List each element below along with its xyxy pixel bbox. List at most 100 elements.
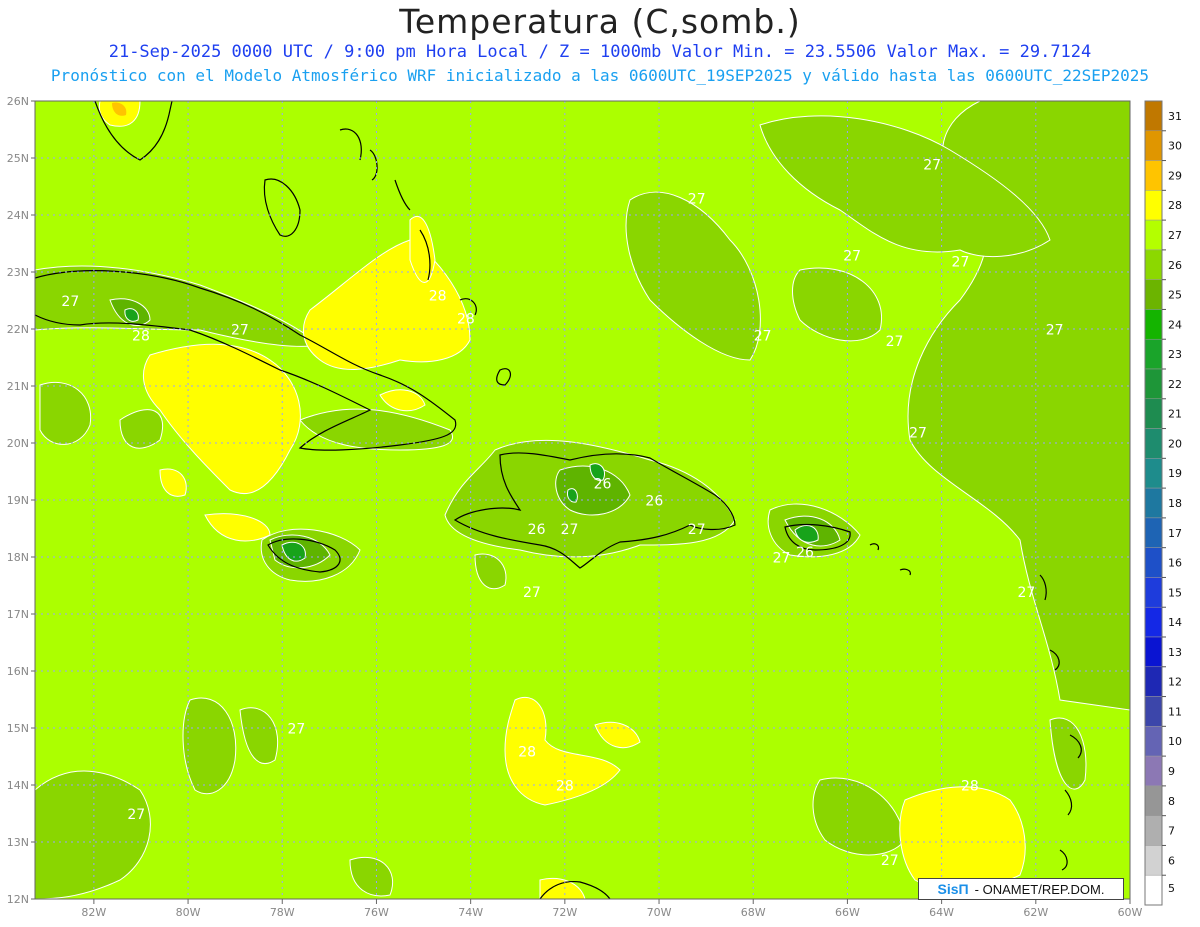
contour-label: 26 (594, 477, 612, 493)
colorbar-swatch (1144, 130, 1163, 161)
lon-tick-label: 78W (270, 906, 295, 919)
lat-tick-label: 13N (7, 836, 29, 849)
colorbar-label: 5 (1168, 882, 1175, 895)
colorbar-label: 25 (1168, 289, 1182, 302)
contour-label: 27 (287, 722, 305, 738)
contour-label: 27 (561, 522, 579, 538)
contour-label: 28 (556, 779, 574, 795)
colorbar-swatch (1144, 249, 1163, 280)
contour-label: 27 (923, 157, 941, 173)
contour-label: 27 (909, 425, 927, 441)
colorbar-swatch (1144, 874, 1163, 906)
southeast-warm-zone (899, 786, 1026, 890)
contour-label: 27 (1017, 585, 1035, 601)
colorbar-swatch (1144, 279, 1163, 310)
lat-tick-label: 26N (7, 95, 29, 108)
colorbar-swatch (1144, 755, 1163, 787)
colorbar-swatch (1144, 517, 1163, 548)
colorbar-swatch (1144, 309, 1163, 340)
colorbar-label: 13 (1168, 646, 1182, 659)
colorbar-swatch (1144, 726, 1163, 757)
colorbar-swatch (1144, 190, 1163, 221)
colorbar-label: 26 (1168, 259, 1182, 272)
colorbar-label: 8 (1168, 795, 1175, 808)
colorbar-swatch (1144, 368, 1163, 400)
lon-tick-label: 80W (176, 906, 201, 919)
contour-label: 28 (429, 289, 447, 305)
contour-label: 28 (518, 745, 536, 761)
contour-label: 27 (523, 585, 541, 601)
colorbar-swatch (1144, 428, 1163, 459)
lon-tick-label: 74W (458, 906, 483, 919)
lon-tick-label: 76W (364, 906, 389, 919)
credit-box: SisΠ - ONAMET/REP.DOM. (918, 878, 1124, 900)
contour-label: 27 (773, 551, 791, 567)
colorbar-swatch (1144, 666, 1163, 697)
colorbar-swatch (1144, 636, 1163, 668)
credit-org: - ONAMET/REP.DOM. (974, 881, 1105, 897)
colorbar-label: 14 (1168, 616, 1182, 629)
lat-tick-label: 24N (7, 209, 29, 222)
contour-label: 28 (961, 779, 979, 795)
contour-label: 27 (843, 249, 861, 265)
colorbar-swatch (1144, 845, 1163, 876)
lat-tick-label: 21N (7, 380, 29, 393)
colorbar-swatch (1144, 219, 1163, 251)
colorbar-swatch (1144, 160, 1163, 191)
temperature-map: 27 27 28 28 28 27 27 27 27 27 27 27 27 26 26 26 27 27 27 27… (7, 95, 1182, 919)
colorbar-label: 9 (1168, 765, 1175, 778)
colorbar-label: 6 (1168, 854, 1175, 867)
colorbar-swatch (1144, 398, 1163, 429)
lat-tick-label: 12N (7, 893, 29, 906)
contour-label: 27 (886, 334, 904, 350)
colorbar-swatch (1144, 100, 1163, 132)
lon-tick-label: 66W (835, 906, 860, 919)
contour-label: 27 (754, 328, 772, 344)
lon-tick-label: 82W (81, 906, 106, 919)
colorbar-swatch (1144, 577, 1163, 608)
colorbar-swatch (1144, 547, 1163, 578)
colorbar-swatch (1144, 487, 1163, 519)
contour-label: 27 (1046, 323, 1064, 339)
contour-label: 28 (132, 328, 150, 344)
contour-label: 27 (952, 254, 970, 270)
colorbar-label: 18 (1168, 497, 1182, 510)
lon-tick-label: 72W (552, 906, 577, 919)
colorbar-label: 7 (1168, 825, 1175, 838)
colorbar-swatch (1144, 696, 1163, 727)
contour-label: 28 (457, 311, 475, 327)
colorbar-label: 24 (1168, 318, 1182, 331)
lon-tick-label: 70W (647, 906, 672, 919)
contour-label: 26 (528, 522, 546, 538)
colorbar: 31 30 29 28 27 26 25 24 23 22 21 20 19 18 17 16 15 14 13 12… (1144, 100, 1182, 906)
contour-label: 27 (688, 522, 706, 538)
lon-tick-label: 60W (1118, 906, 1143, 919)
lat-tick-label: 19N (7, 494, 29, 507)
lon-tick-label: 68W (741, 906, 766, 919)
colorbar-label: 22 (1168, 378, 1182, 391)
contour-label: 27 (61, 294, 79, 310)
lat-tick-label: 23N (7, 266, 29, 279)
colorbar-label: 27 (1168, 229, 1182, 242)
contour-label: 27 (688, 192, 706, 208)
contour-label: 27 (881, 853, 899, 869)
contour-label: 27 (127, 807, 145, 823)
contour-label: 26 (796, 545, 814, 561)
colorbar-label: 10 (1168, 735, 1182, 748)
colorbar-swatch (1144, 338, 1163, 370)
colorbar-label: 19 (1168, 467, 1182, 480)
lat-tick-label: 14N (7, 779, 29, 792)
colorbar-label: 16 (1168, 557, 1182, 570)
colorbar-label: 15 (1168, 586, 1182, 599)
map-plot-area: 27 27 28 28 28 27 27 27 27 27 27 27 27 26 26 26 27 27 27 27… (35, 101, 1130, 899)
colorbar-swatch (1144, 458, 1163, 489)
colorbar-swatch (1144, 815, 1163, 846)
lat-tick-label: 22N (7, 323, 29, 336)
lat-tick-label: 20N (7, 437, 29, 450)
colorbar-label: 29 (1168, 169, 1182, 182)
contour-label: 27 (231, 323, 249, 339)
colorbar-swatch (1144, 606, 1163, 638)
colorbar-label: 23 (1168, 348, 1182, 361)
colorbar-label: 28 (1168, 199, 1182, 212)
credit-brand: SisΠ (937, 881, 969, 897)
